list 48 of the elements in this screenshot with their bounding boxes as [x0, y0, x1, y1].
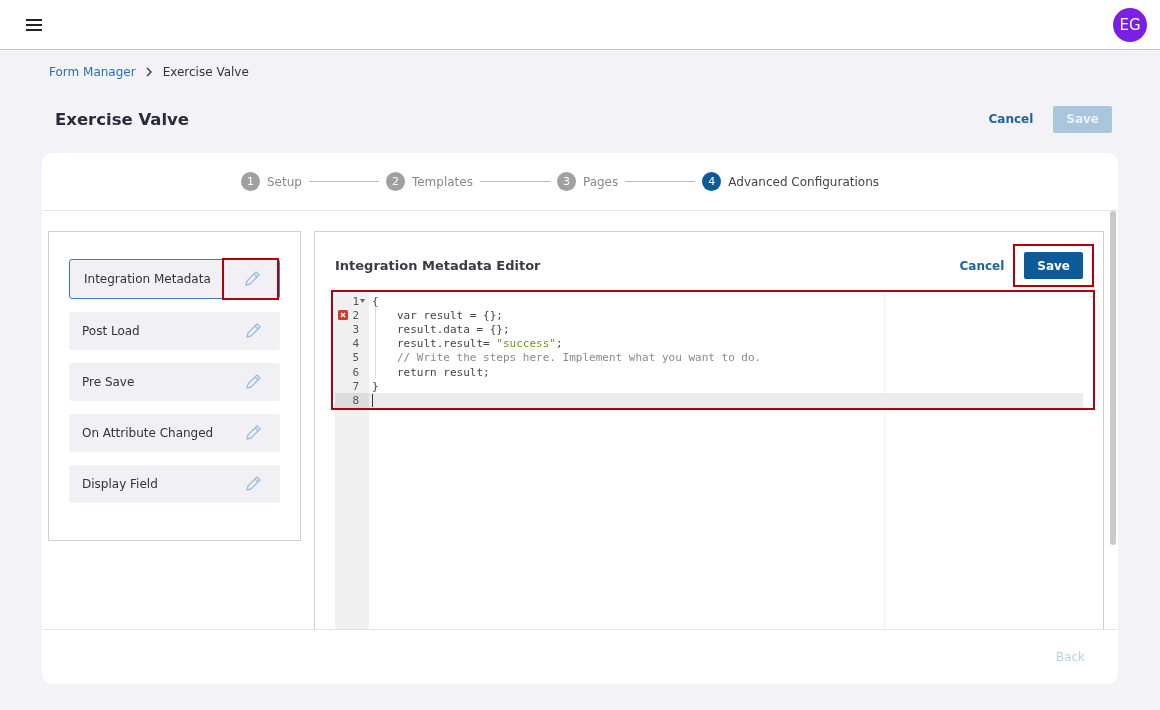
- event-item[interactable]: Pre Save: [69, 363, 280, 401]
- pencil-icon[interactable]: [244, 475, 262, 493]
- pencil-icon[interactable]: [243, 270, 261, 288]
- event-label: On Attribute Changed: [82, 426, 214, 440]
- user-avatar[interactable]: EG: [1113, 7, 1147, 42]
- event-item[interactable]: Integration Metadata: [69, 259, 280, 299]
- line-number: 1: [352, 294, 359, 308]
- line-number: 7: [352, 379, 359, 393]
- text-cursor: [372, 393, 373, 407]
- line-number: 5: [352, 351, 359, 365]
- code-line[interactable]: return result;: [397, 365, 490, 379]
- code-line[interactable]: {: [372, 294, 379, 308]
- code-line[interactable]: // Write the steps here. Implement what you want to do.: [397, 351, 762, 365]
- editor-title: Integration Metadata Editor: [335, 258, 541, 273]
- stepper-step[interactable]: 4 Advanced Configurations: [702, 172, 879, 191]
- code-editor[interactable]: 1 2 3 4 5 6 7 8 { var result = {}; result.data = {}; result.result= "success"; // Write the steps here. Implement what you want to do. return result; }: [335, 293, 1083, 629]
- code-line[interactable]: }: [372, 379, 379, 393]
- stepper-step[interactable]: 2 Templates: [385, 172, 473, 191]
- breadcrumb-current: Exercise Valve: [162, 65, 249, 79]
- code-line[interactable]: result.data = {};: [397, 322, 510, 336]
- cancel-button[interactable]: Cancel: [984, 106, 1038, 132]
- event-label: Post Load: [82, 324, 140, 338]
- chevron-icon: [145, 67, 153, 77]
- editor-save-button[interactable]: Save: [1024, 252, 1083, 279]
- event-label: Pre Save: [82, 375, 135, 389]
- event-item[interactable]: Post Load: [69, 312, 280, 350]
- fold-caret-icon[interactable]: [359, 299, 366, 304]
- code-line[interactable]: result.result= "success";: [397, 337, 563, 351]
- scrollbar-thumb[interactable]: [1110, 211, 1116, 545]
- line-number: 4: [352, 337, 359, 351]
- code-line[interactable]: var result = {};: [397, 308, 503, 322]
- line-number: 3: [352, 322, 359, 336]
- line-number: 6: [352, 365, 359, 379]
- pencil-icon[interactable]: [244, 322, 262, 340]
- page-title: Exercise Valve: [55, 109, 190, 129]
- menu-icon[interactable]: [26, 18, 42, 31]
- breadcrumb-link[interactable]: Form Manager: [49, 65, 136, 79]
- line-number: 8: [352, 393, 359, 407]
- stepper-step[interactable]: 1 Setup: [241, 172, 302, 191]
- editor-cancel-button[interactable]: Cancel: [955, 252, 1009, 279]
- pencil-icon[interactable]: [244, 424, 262, 442]
- line-number: 2: [352, 308, 359, 322]
- stepper-step[interactable]: 3 Pages: [556, 172, 619, 191]
- event-label: Display Field: [82, 477, 158, 491]
- pencil-icon[interactable]: [244, 373, 262, 391]
- event-item[interactable]: Display Field: [69, 465, 280, 503]
- event-label: Integration Metadata: [84, 272, 211, 286]
- event-item[interactable]: On Attribute Changed: [69, 414, 280, 452]
